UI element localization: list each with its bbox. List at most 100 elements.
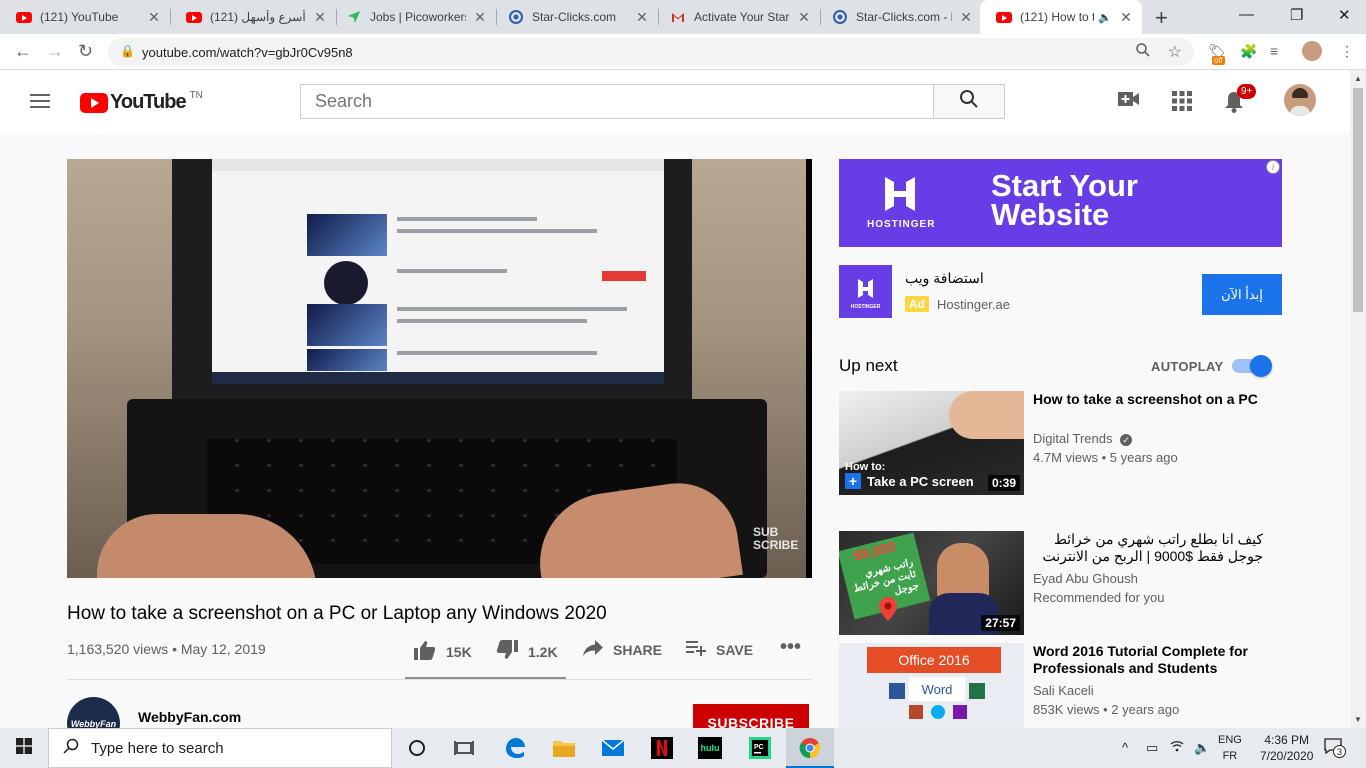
browser-tab[interactable]: (121) YouTube ✕	[0, 0, 170, 34]
close-tab-icon[interactable]: ✕	[472, 9, 488, 26]
video-thumbnail[interactable]: $9,000 راتب شهري ثابت من خرائط جوجل 27:5…	[839, 531, 1024, 635]
search-icon	[63, 738, 79, 759]
close-window-icon[interactable]: ✕	[1338, 6, 1351, 24]
edge-icon[interactable]	[503, 736, 527, 760]
ad-domain: Hostinger.ae	[937, 297, 1010, 312]
youtube-icon	[996, 9, 1012, 25]
lock-icon[interactable]: 🔒	[120, 44, 135, 58]
ad-title[interactable]: استضافة ويب	[905, 270, 984, 287]
ad-advertiser-icon[interactable]: HOSTINGER	[839, 265, 892, 318]
file-explorer-icon[interactable]	[552, 736, 576, 760]
hulu-icon[interactable]: hulu	[698, 736, 722, 760]
extensions-puzzle-icon[interactable]: 🧩	[1240, 43, 1257, 60]
youtube-icon	[16, 9, 32, 25]
browser-tab[interactable]: Star-Clicks.com ✕	[492, 0, 658, 34]
save-button[interactable]: SAVE	[686, 640, 753, 659]
page-scrollbar[interactable]: ▲ ▼	[1350, 70, 1366, 728]
browser-tab-strip: (121) YouTube ✕ (121) أسرع وأسهل ✕ Jobs …	[0, 0, 1366, 34]
search-input[interactable]	[301, 85, 933, 118]
recommendation-title[interactable]: كيف انا بطلع راتب شهري من خرائط جوجل فقط…	[1033, 531, 1263, 565]
close-tab-icon[interactable]: ✕	[634, 9, 650, 26]
video-player[interactable]: SUB SCRIBE	[67, 159, 812, 578]
video-thumbnail[interactable]: Office 2016 Word	[839, 643, 1024, 728]
close-tab-icon[interactable]: ✕	[312, 9, 328, 26]
ad-label-badge: Ad	[905, 296, 929, 312]
browser-tab-active[interactable]: (121) How to t 🔈 ✕	[980, 0, 1142, 34]
ad-banner[interactable]: HOSTINGER Start Your Website	[839, 159, 1282, 247]
forward-icon[interactable]: →	[46, 41, 64, 62]
dislike-button[interactable]: 1.2K	[496, 640, 558, 663]
dislike-count: 1.2K	[528, 643, 558, 660]
recommendation-item[interactable]: $9,000 راتب شهري ثابت من خرائط جوجل 27:5…	[839, 531, 1279, 635]
netflix-icon[interactable]	[650, 736, 674, 760]
create-video-icon[interactable]	[1118, 91, 1140, 112]
channel-name[interactable]: WebbyFan.com	[138, 709, 241, 725]
share-button[interactable]: SHARE	[583, 640, 662, 659]
chrome-menu-icon[interactable]: ⋮	[1340, 43, 1354, 60]
task-view-icon[interactable]	[452, 736, 476, 760]
battery-icon[interactable]: ▭	[1146, 740, 1158, 756]
channel-avatar-text: WebbyFan	[70, 718, 117, 729]
volume-icon[interactable]: 🔈	[1194, 740, 1210, 756]
recommendation-title[interactable]: Word 2016 Tutorial Complete for Professi…	[1033, 643, 1263, 677]
browser-tab[interactable]: Activate Your Star- ✕	[654, 0, 820, 34]
player-edge	[806, 159, 812, 578]
new-tab-icon[interactable]: +	[1155, 5, 1168, 31]
recommendation-channel: Sali Kaceli	[1033, 683, 1094, 698]
close-tab-icon[interactable]: ✕	[1118, 9, 1134, 26]
more-actions-icon[interactable]: •••	[780, 636, 801, 659]
ad-cta-button[interactable]: إبدأ الآن	[1202, 274, 1282, 315]
mail-icon[interactable]	[601, 736, 625, 760]
scroll-up-icon[interactable]: ▲	[1354, 74, 1362, 83]
youtube-logo[interactable]: YouTube TN	[80, 90, 203, 114]
ad-info-icon[interactable]: i	[1266, 160, 1280, 174]
taskbar-search[interactable]: Type here to search	[48, 728, 392, 768]
restore-icon[interactable]: ❐	[1290, 6, 1303, 24]
recommendation-item[interactable]: Office 2016 Word Word 2016 Tutorial Comp…	[839, 643, 1279, 728]
scrollbar-thumb[interactable]	[1353, 88, 1363, 312]
chrome-icon[interactable]	[798, 736, 822, 760]
language-indicator[interactable]: ENG FR	[1218, 732, 1242, 764]
video-thumbnail[interactable]: How to: + Take a PC screen 0:39	[839, 391, 1024, 495]
save-label: SAVE	[716, 641, 754, 658]
clock-time: 4:36 PM	[1264, 733, 1310, 747]
search-icon[interactable]	[1136, 43, 1150, 60]
profile-avatar-icon[interactable]	[1302, 41, 1322, 64]
minimize-icon[interactable]: —	[1239, 6, 1254, 23]
account-avatar[interactable]	[1284, 84, 1316, 116]
close-tab-icon[interactable]: ✕	[958, 9, 974, 26]
close-tab-icon[interactable]: ✕	[796, 9, 812, 26]
taskbar-search-placeholder: Type here to search	[91, 739, 224, 757]
browser-tab[interactable]: (121) أسرع وأسهل ✕	[170, 0, 336, 34]
taskbar-clock[interactable]: 4:36 PM 7/20/2020	[1260, 732, 1313, 764]
scroll-down-icon[interactable]: ▼	[1354, 715, 1362, 724]
start-button[interactable]	[0, 728, 48, 768]
youtube-icon	[186, 9, 202, 25]
share-label: SHARE	[613, 641, 663, 658]
cortana-icon[interactable]	[405, 736, 429, 760]
notification-count-badge: 3	[1333, 745, 1346, 758]
media-control-icon[interactable]: ≡	[1270, 43, 1278, 59]
like-button[interactable]: 15K	[414, 640, 472, 663]
browser-tab[interactable]: Jobs | Picoworkers ✕	[330, 0, 496, 34]
search-button[interactable]	[933, 84, 1005, 119]
hamburger-menu-icon[interactable]	[30, 94, 50, 108]
autoplay-toggle[interactable]	[1232, 355, 1272, 377]
bookmark-star-icon[interactable]: ☆	[1168, 42, 1182, 62]
close-tab-icon[interactable]: ✕	[146, 9, 162, 26]
apps-grid-icon[interactable]	[1172, 91, 1192, 116]
recommendation-title[interactable]: How to take a screenshot on a PC	[1033, 391, 1263, 408]
browser-tab[interactable]: Star-Clicks.com - N ✕	[816, 0, 982, 34]
audio-playing-icon[interactable]: 🔈	[1098, 11, 1112, 24]
reload-icon[interactable]: ↻	[78, 41, 93, 62]
picoworkers-icon	[346, 9, 362, 25]
omnibox[interactable]: 🔒 youtube.com/watch?v=gbJr0Cv95n8 ☆	[108, 38, 1194, 66]
search-box[interactable]	[300, 84, 934, 119]
recommendation-item[interactable]: How to: + Take a PC screen 0:39 How to t…	[839, 391, 1279, 495]
show-hidden-icons-icon[interactable]: ^	[1122, 740, 1128, 755]
url-text[interactable]: youtube.com/watch?v=gbJr0Cv95n8	[142, 45, 353, 60]
wifi-icon[interactable]	[1170, 740, 1184, 755]
back-icon[interactable]: ←	[14, 41, 32, 62]
pycharm-icon[interactable]: PC	[748, 736, 772, 760]
youtube-play-icon	[80, 92, 108, 113]
